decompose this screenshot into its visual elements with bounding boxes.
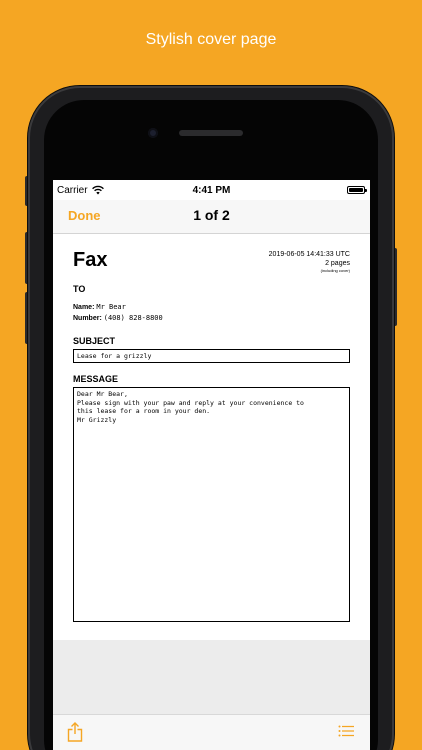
number-key: Number: [73,315,102,322]
subject-section-label: SUBJECT [73,336,116,346]
fax-date: 2019-06-05 14:41:33 UTC [268,251,350,258]
front-camera [148,128,158,138]
message-line: Please sign with your paw and reply at y… [77,398,304,407]
navigation-bar: Done 1 of 2 [53,200,370,234]
message-line: Mr Grizzly [77,415,117,424]
bottom-toolbar [53,714,370,750]
status-bar: Carrier 4:41 PM [53,180,370,200]
message-line: Dear Mr Bear, [77,390,128,398]
name-value: Mr Bear [96,303,126,311]
share-icon[interactable] [67,722,83,742]
number-value: (408) 828-8800 [103,314,163,322]
headline: Stylish cover page [145,31,277,48]
fax-including-cover: (including cover) [320,268,350,273]
name-key: Name: [73,304,95,311]
fax-page-count: 2 pages [325,260,350,267]
earpiece-speaker [179,130,243,136]
recipient-number-row: Number: (408) 828-8800 [73,314,163,322]
phone-screen: Carrier 4:41 PM Done 1 of 2 Fax 2019-06-… [53,180,370,750]
battery-icon [347,186,367,194]
fax-cover-page: Fax 2019-06-05 14:41:33 UTC 2 pages (inc… [53,234,370,640]
list-icon[interactable] [338,725,354,737]
recipient-name-row: Name: Mr Bear [73,303,126,311]
message-section-label: MESSAGE [73,374,119,384]
subject-box: Lease for a grizzly [73,349,350,363]
status-time: 4:41 PM [192,185,231,196]
page-indicator-title: 1 of 2 [193,207,230,223]
document-preview[interactable]: Fax 2019-06-05 14:41:33 UTC 2 pages (inc… [53,234,370,750]
to-section-label: TO [73,284,86,294]
fax-title: Fax [73,249,108,271]
message-line: this lease for a room in your den. [77,407,211,415]
message-box: Dear Mr Bear, Please sign with your paw … [73,387,350,622]
